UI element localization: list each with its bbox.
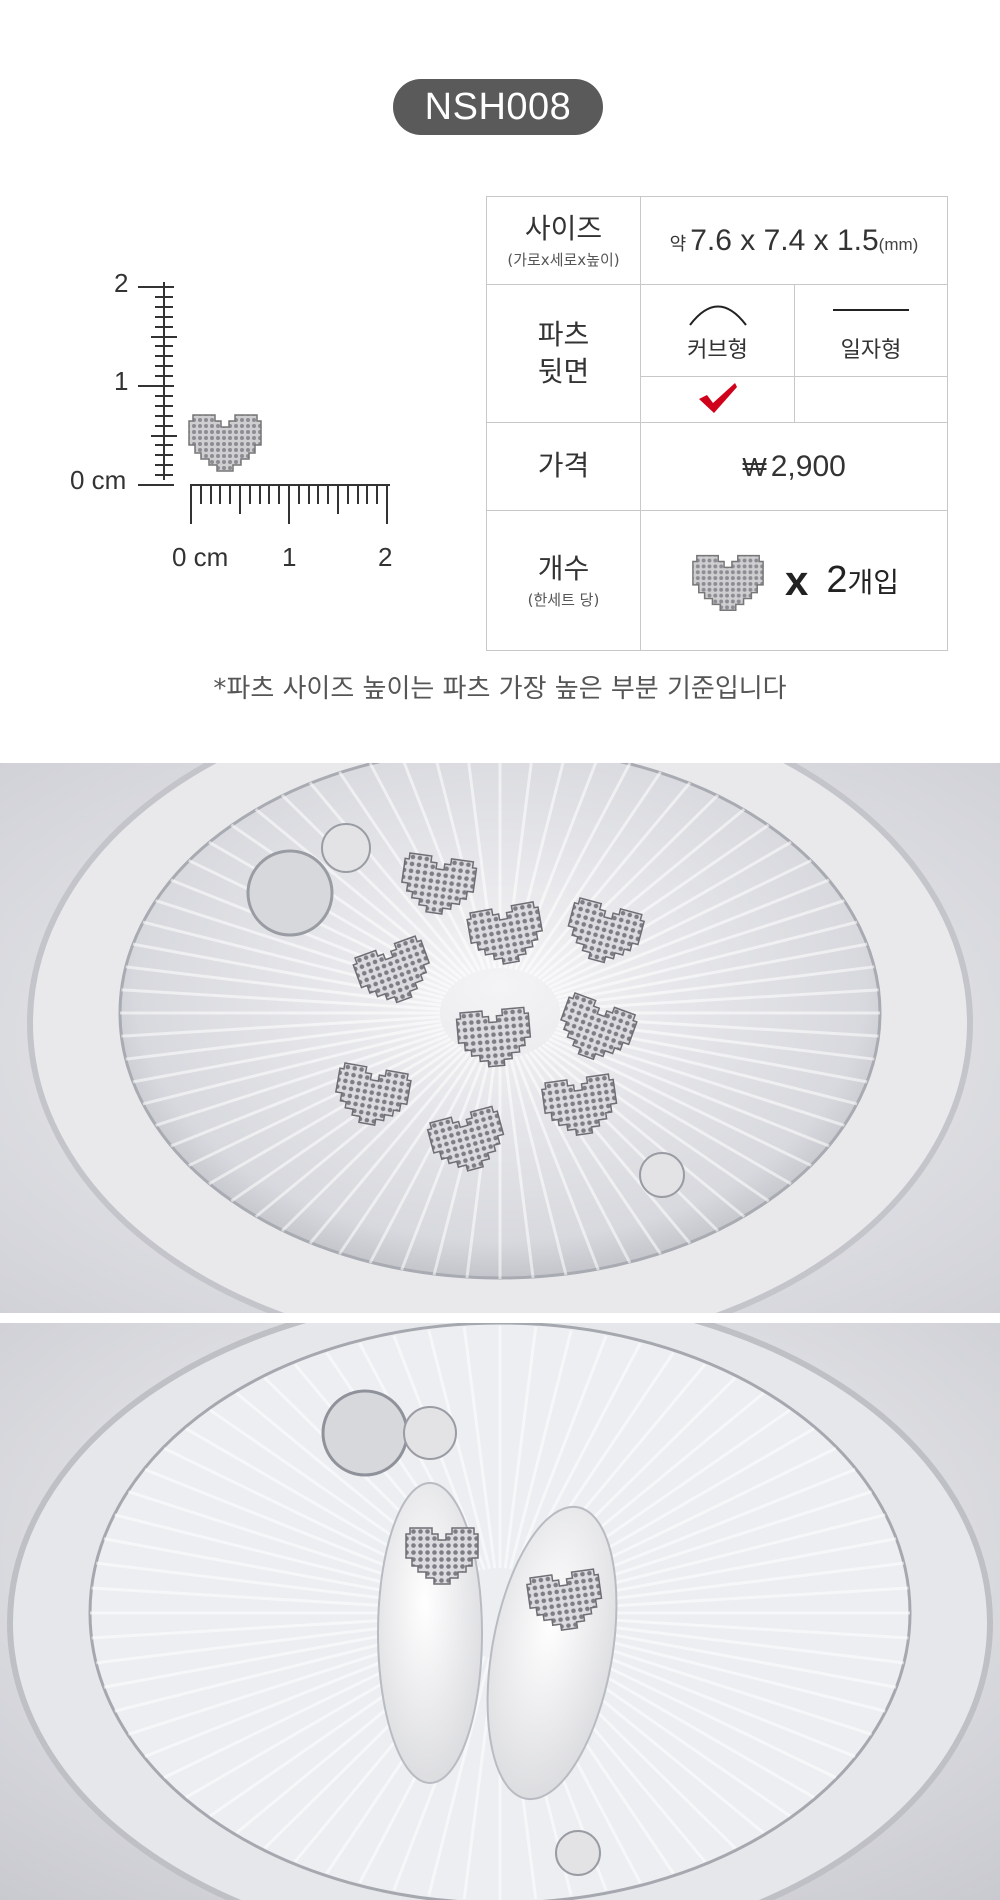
ruler-tick (155, 305, 173, 308)
price-value: 2,900 (770, 449, 846, 483)
ruler-tick (386, 484, 388, 524)
ruler-tick (219, 484, 222, 504)
ruler-tick (248, 484, 251, 504)
heart-part-icon (188, 414, 262, 472)
ruler-tick (288, 484, 290, 524)
ruler-tick (155, 444, 173, 447)
size-header: 사이즈 (524, 211, 603, 245)
ruler-tick (366, 484, 369, 504)
size-note: *파츠 사이즈 높이는 파츠 가장 높은 부분 기준입니다 (213, 674, 787, 704)
ruler-tick (155, 325, 173, 328)
ruler-label-h-2: 2 (378, 542, 393, 572)
ruler-tick (297, 484, 300, 504)
ruler-label-0cm: 0 cm (70, 465, 127, 495)
ruler-tick (155, 454, 173, 457)
size-unit: (mm) (878, 234, 919, 254)
price-group: ₩2,900 (742, 450, 846, 483)
back-header-cell: 파츠 뒷면 (486, 284, 641, 423)
count-group: 2개입 (826, 559, 899, 602)
back-header-line1: 파츠 (537, 318, 590, 352)
ruler-tick (151, 335, 177, 338)
price-value-cell: ₩2,900 (640, 422, 948, 511)
ruler-tick (138, 385, 174, 387)
size-value-cell: 약 7.6 x 7.4 x 1.5(mm) (640, 196, 948, 285)
ruler-tick (239, 484, 241, 514)
count-number: 2 (826, 559, 848, 601)
ruler-tick (155, 375, 173, 378)
product-photo-dish (0, 763, 1000, 1313)
ruler-label-h-1: 1 (282, 542, 297, 572)
ruler-tick (258, 484, 261, 504)
ruler-tick (155, 365, 173, 368)
count-header: 개수 (537, 551, 590, 585)
ruler-tick (155, 464, 173, 467)
ruler-tick (376, 484, 379, 504)
ruler-tick (327, 484, 330, 504)
count-subheader: (한세트 당) (527, 590, 600, 609)
size-header-cell: 사이즈 (가로x세로x높이) (486, 196, 641, 285)
curved-back-icon (688, 305, 747, 326)
heart-part-icon (692, 554, 764, 611)
ruler-tick (337, 484, 339, 514)
ruler-tick (155, 404, 173, 407)
ruler-tick (151, 434, 177, 437)
ruler-tick (155, 315, 173, 318)
ruler-tick (155, 345, 173, 348)
ruler-tick (199, 484, 202, 504)
back-option-flat: 일자형 (840, 337, 902, 363)
spec-table: 사이즈 (가로x세로x높이) 약 7.6 x 7.4 x 1.5(mm) 파츠 뒷… (486, 196, 948, 651)
checkmark-icon (698, 382, 737, 413)
ruler-tick (155, 424, 173, 427)
ruler-tick (155, 355, 173, 358)
ruler-tick (155, 474, 173, 477)
ruler-tick (138, 286, 174, 288)
size-subheader: (가로x세로x높이) (507, 250, 620, 269)
ruler-tick (317, 484, 320, 504)
size-value: 7.6 x 7.4 x 1.5 (690, 223, 879, 257)
nail-photo-illustration (0, 1323, 1000, 1900)
product-code-badge: NSH008 (393, 79, 603, 135)
count-header-cell: 개수 (한세트 당) (486, 510, 641, 651)
count-unit: 개입 (847, 567, 900, 598)
back-header-line2: 뒷면 (537, 354, 590, 388)
ruler-vertical-axis (163, 282, 165, 480)
ruler-tick (155, 394, 173, 397)
size-prefix: 약 (669, 233, 687, 254)
ruler-tick (268, 484, 271, 504)
back-flat-cell: 일자형 (794, 284, 948, 377)
ruler-tick (138, 484, 174, 486)
ruler-label-1: 1 (114, 366, 129, 396)
count-value-cell: x 2개입 (640, 510, 948, 651)
ruler-tick (229, 484, 232, 504)
price-header-cell: 가격 (486, 422, 641, 511)
ruler-tick (356, 484, 359, 504)
ruler-label-h-0cm: 0 cm (172, 542, 229, 572)
price-header: 가격 (537, 449, 590, 483)
ruler-label-2: 2 (114, 268, 129, 298)
dish-photo-illustration (0, 763, 1000, 1313)
ruler-tick (278, 484, 281, 504)
back-flat-check-cell (794, 376, 948, 423)
flat-back-icon (833, 308, 909, 311)
back-curved-cell: 커브형 (640, 284, 795, 377)
ruler-tick (307, 484, 310, 504)
ruler-tick (209, 484, 212, 504)
size-value-group: 약 7.6 x 7.4 x 1.5(mm) (670, 224, 919, 257)
ruler-tick (155, 295, 173, 298)
size-ruler: 2 1 0 cm 0 cm 1 2 (60, 260, 420, 590)
back-option-curved: 커브형 (687, 337, 748, 363)
product-photo-nails (0, 1323, 1000, 1900)
count-multiplier: x (784, 556, 809, 604)
ruler-tick (346, 484, 349, 504)
ruler-tick (155, 414, 173, 417)
ruler-tick (190, 484, 192, 524)
price-symbol: ₩ (742, 451, 767, 482)
back-curved-check-cell (640, 376, 795, 423)
